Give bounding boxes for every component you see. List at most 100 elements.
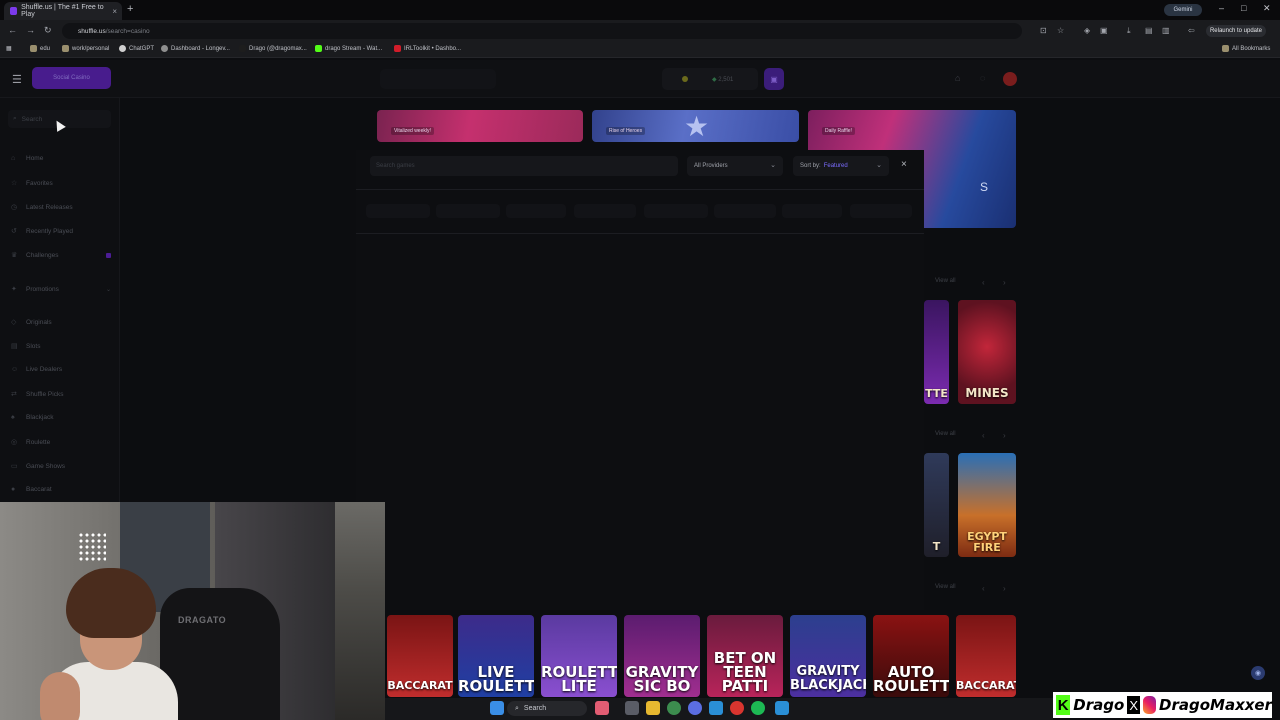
games-search-input[interactable]: Search games	[370, 156, 678, 176]
download-icon[interactable]: ⤓	[1127, 26, 1131, 36]
update-arrow-icon[interactable]: ⇦	[1188, 26, 1195, 35]
bookmark-item[interactable]: work/personal	[62, 45, 109, 52]
back-icon[interactable]: ←	[8, 25, 17, 35]
promo-banner[interactable]: ★ Rise of Heroes	[592, 110, 799, 142]
filter-chip-skeleton	[506, 204, 566, 218]
file-explorer-icon[interactable]	[646, 701, 660, 715]
search-placeholder: Search	[21, 115, 43, 123]
sidebar-item-roulette[interactable]: ◎ Roulette	[11, 438, 111, 447]
browser-tab[interactable]: Shuffle.us | The #1 Free to Play ×	[4, 2, 122, 20]
game-tile[interactable]: ROULETTE LITE	[541, 615, 617, 697]
discord-icon[interactable]	[688, 701, 702, 715]
game-tile[interactable]: AUTO ROULETTE	[873, 615, 949, 697]
sidebar-item-latest-releases[interactable]: ◷ Latest Releases	[11, 203, 111, 212]
taskbar-search[interactable]: ⌕ Search	[507, 701, 587, 716]
windows-start-icon[interactable]	[490, 701, 504, 715]
bookmark-item[interactable]: Drago (@dragomax...	[239, 45, 307, 52]
sidebar-item-challenges[interactable]: ♛ Challenges	[11, 251, 111, 259]
sidebar-item-baccarat[interactable]: ● Baccarat	[11, 486, 111, 493]
maximize-icon[interactable]: □	[1241, 3, 1246, 13]
promo-banner[interactable]: Vitalized weekly!	[377, 110, 583, 142]
social-casino-button[interactable]: Social Casino	[32, 67, 111, 89]
game-tile[interactable]: BACCARAT	[956, 615, 1016, 697]
game-tile[interactable]: LIVE ROULETTE	[458, 615, 534, 697]
banner-label: Rise of Heroes	[606, 127, 646, 135]
sidepanel-icon[interactable]: ▥	[1162, 26, 1170, 35]
url-input[interactable]: shuffle.us/search=casino	[62, 23, 1022, 39]
next-arrow-icon[interactable]: ›	[1003, 584, 1006, 593]
bookmark-item[interactable]: IRLToolkit • Dashbo...	[394, 45, 461, 52]
site-favicon-icon	[10, 7, 18, 15]
providers-select[interactable]: All Providers ⌄	[687, 156, 783, 176]
sidebar-item-game-shows[interactable]: ▭ Game Shows	[11, 462, 111, 471]
chrome-icon[interactable]	[667, 701, 681, 715]
tab-close-icon[interactable]: ×	[112, 7, 117, 16]
close-icon[interactable]: ×	[901, 159, 907, 170]
chat-icon[interactable]: ◌	[980, 73, 985, 83]
extensions-puzzle-icon[interactable]: ▣	[1100, 26, 1108, 35]
gemini-button[interactable]: Gemini	[1164, 4, 1202, 16]
profile-icon[interactable]: ▤	[1145, 26, 1153, 35]
game-tile[interactable]: BET ON TEEN PATTI	[707, 615, 783, 697]
chat-icon: ◉	[1254, 670, 1262, 677]
bookmark-star-icon[interactable]: ☆	[1057, 26, 1064, 35]
sidebar-item-blackjack[interactable]: ♠ Blackjack	[11, 414, 111, 421]
challenges-badge	[106, 252, 111, 258]
game-tile[interactable]: T	[924, 453, 949, 557]
sidebar-item-slots[interactable]: ▤ Slots	[11, 342, 111, 351]
avatar[interactable]	[1003, 72, 1017, 86]
game-tile[interactable]: TTE	[924, 300, 949, 404]
apps-grid-icon[interactable]: ▦	[6, 45, 12, 52]
widget-icon[interactable]	[595, 701, 609, 715]
sidebar-item-promotions[interactable]: ✦ Promotions ⌄	[11, 285, 111, 294]
rewards-icon[interactable]: ⌂	[955, 73, 960, 83]
tv-icon: ▭	[11, 463, 18, 470]
spotify-icon[interactable]	[751, 701, 765, 715]
next-arrow-icon[interactable]: ›	[1003, 431, 1006, 440]
reload-icon[interactable]: ↻	[44, 25, 52, 36]
sidebar-item-label: Shuffle Picks	[26, 390, 64, 398]
sidebar-item-home[interactable]: ⌂ Home	[11, 155, 111, 162]
forward-icon[interactable]: →	[26, 25, 35, 35]
minimize-icon[interactable]: –	[1219, 3, 1224, 13]
task-view-icon[interactable]	[625, 701, 639, 715]
view-all-link[interactable]: View all	[935, 278, 956, 284]
prev-arrow-icon[interactable]: ‹	[982, 278, 985, 287]
prev-arrow-icon[interactable]: ‹	[982, 431, 985, 440]
extension-icon[interactable]: ◈	[1084, 26, 1090, 35]
url-path: /search=casino	[105, 27, 150, 35]
sort-select[interactable]: Sort by: Featured ⌄	[793, 156, 889, 176]
game-tile[interactable]: GRAVITY BLACKJACK	[790, 615, 866, 697]
relaunch-button[interactable]: Relaunch to update	[1206, 25, 1266, 37]
view-all-link[interactable]: View all	[935, 584, 956, 590]
chevron-down-icon[interactable]: ⌄	[106, 286, 111, 293]
sidebar-item-originals[interactable]: ◇ Originals	[11, 318, 111, 327]
bookmark-item[interactable]: ChatGPT	[119, 45, 154, 52]
sidebar-item-recently-played[interactable]: ↺ Recently Played	[11, 227, 111, 236]
sidebar-item-live-dealers[interactable]: ☺ Live Dealers	[11, 366, 111, 373]
menu-icon[interactable]: ☰	[12, 73, 22, 86]
wallet-balance[interactable]: ◆ 2,501	[662, 68, 758, 90]
telegram-icon[interactable]	[709, 701, 723, 715]
bookmark-item[interactable]: Dashboard - Longev...	[161, 45, 230, 52]
window-close-icon[interactable]: ✕	[1263, 3, 1271, 14]
wallet-button[interactable]: ▣	[764, 68, 784, 90]
new-tab-button[interactable]: +	[127, 3, 133, 15]
telegram-icon[interactable]	[775, 701, 789, 715]
live-chat-button[interactable]: ◉	[1251, 666, 1265, 680]
all-bookmarks[interactable]: All Bookmarks	[1222, 45, 1270, 52]
prev-arrow-icon[interactable]: ‹	[982, 584, 985, 593]
sidebar-item-favorites[interactable]: ☆ Favorites	[11, 179, 111, 188]
install-icon[interactable]: ⊡	[1040, 26, 1047, 35]
view-all-link[interactable]: View all	[935, 431, 956, 437]
next-arrow-icon[interactable]: ›	[1003, 278, 1006, 287]
game-tile[interactable]: GRAVITY SIC BO	[624, 615, 700, 697]
game-tile[interactable]: BACCARAT	[387, 615, 453, 697]
sidebar-item-label: Latest Releases	[26, 203, 73, 211]
sidebar-item-shuffle-picks[interactable]: ⇄ Shuffle Picks	[11, 390, 111, 399]
bookmark-item[interactable]: edu	[30, 45, 50, 52]
game-tile[interactable]: MINES	[958, 300, 1016, 404]
game-tile[interactable]: EGYPT FIRE	[958, 453, 1016, 557]
browser-icon[interactable]	[730, 701, 744, 715]
bookmark-item[interactable]: drago Stream - Wat...	[315, 45, 382, 52]
